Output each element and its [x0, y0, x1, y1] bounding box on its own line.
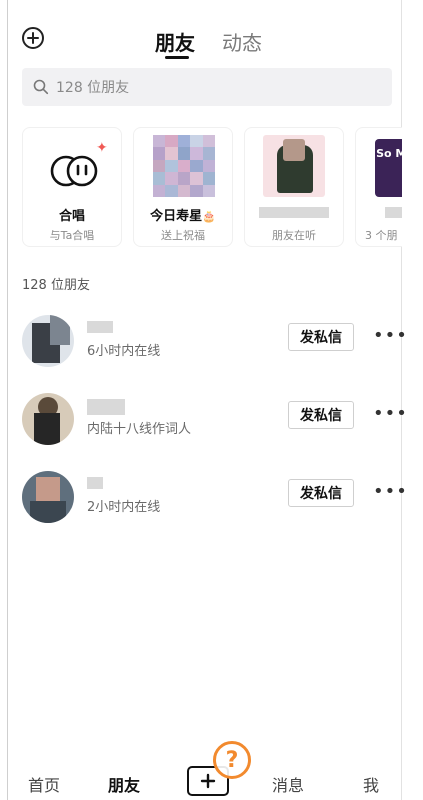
nav-me[interactable]: 我: [363, 772, 379, 796]
nav-messages[interactable]: 消息: [272, 772, 304, 796]
more-options-icon[interactable]: •••: [373, 483, 408, 501]
search-placeholder: 128 位朋友: [56, 80, 130, 96]
card-title-redacted: [355, 205, 402, 220]
sparkle-icon: ✦: [96, 140, 108, 156]
friend-status: 内陆十八线作词人: [87, 422, 192, 437]
friend-row[interactable]: 内陆十八线作词人 发私信 •••: [0, 387, 423, 451]
plus-icon: [200, 773, 216, 789]
card-title-redacted: [244, 205, 344, 220]
cake-icon: 🎂: [202, 210, 216, 223]
card-subtitle: 朋友在听: [272, 229, 316, 242]
tab-friends[interactable]: 朋友: [155, 27, 195, 56]
tab-moments[interactable]: 动态: [222, 27, 262, 56]
card-chorus[interactable]: ✦ 合唱 与Ta合唱: [22, 127, 122, 247]
plus-icon: [27, 32, 39, 44]
search-bar[interactable]: 128 位朋友: [22, 68, 392, 106]
chorus-icon: [50, 155, 98, 187]
card-title: 今日寿星🎂: [150, 209, 216, 224]
card-subtitle: 与Ta合唱: [49, 229, 95, 242]
bottom-nav: 首页 朋友 消息 我: [0, 760, 423, 800]
friend-row[interactable]: 6小时内在线 发私信 •••: [0, 309, 423, 373]
friend-count-heading: 128 位朋友: [22, 278, 90, 293]
card-subtitle: 3 个朋: [365, 229, 398, 242]
feature-cards: ✦ 合唱 与Ta合唱 今日寿星🎂 送上祝福 朋友在听 So Mo 3 个朋: [22, 127, 402, 250]
friend-photo: [263, 135, 325, 197]
more-options-icon[interactable]: •••: [373, 327, 408, 345]
help-icon[interactable]: ?: [213, 741, 251, 779]
more-options-icon[interactable]: •••: [373, 405, 408, 423]
blurred-avatar: [153, 135, 215, 197]
card-title: 合唱: [58, 209, 85, 224]
card-subtitle: 送上祝福: [161, 229, 205, 242]
avatar: [22, 393, 74, 445]
friend-status: 2小时内在线: [87, 500, 161, 515]
card-friends-partial[interactable]: So Mo 3 个朋: [355, 127, 402, 247]
send-message-button[interactable]: 发私信: [288, 401, 354, 429]
send-message-button[interactable]: 发私信: [288, 479, 354, 507]
card-friend-listening[interactable]: 朋友在听: [244, 127, 344, 247]
friend-name-redacted: [87, 321, 113, 333]
avatar: [22, 315, 74, 367]
header: 朋友 动态: [0, 0, 423, 66]
nav-home[interactable]: 首页: [28, 772, 60, 796]
active-tab-indicator: [165, 56, 189, 59]
add-friend-button[interactable]: [22, 27, 44, 49]
avatar: [22, 471, 74, 523]
send-message-button[interactable]: 发私信: [288, 323, 354, 351]
friend-row[interactable]: 2小时内在线 发私信 •••: [0, 465, 423, 529]
card-birthday[interactable]: 今日寿星🎂 送上祝福: [133, 127, 233, 247]
friend-status: 6小时内在线: [87, 344, 161, 359]
nav-friends[interactable]: 朋友: [108, 772, 140, 796]
search-icon: [33, 79, 49, 95]
friend-name-redacted: [87, 477, 103, 489]
album-cover: So Mo: [375, 139, 402, 197]
friend-name-redacted: [87, 399, 125, 415]
